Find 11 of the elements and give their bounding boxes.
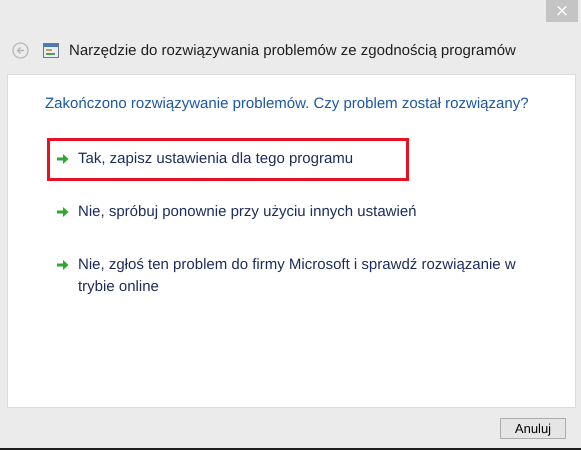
cancel-button[interactable]: Anuluj	[500, 418, 566, 439]
program-window-icon	[43, 42, 59, 58]
arrow-icon	[56, 153, 69, 165]
arrow-icon	[56, 206, 69, 218]
back-icon[interactable]	[12, 42, 29, 58]
option-link[interactable]: Nie, zgłoś ten problem do firmy Microsoft i sprawdź rozwiązanie w trybie online	[47, 244, 547, 309]
option-link[interactable]: Tak, zapisz ustawienia dla tego programu	[47, 138, 409, 181]
result-question: Zakończono rozwiązywanie problemów. Czy problem został rozwiązany?	[45, 95, 530, 112]
window-title: Narzędzie do rozwiązywania problemów ze zgodnością programów	[69, 42, 516, 58]
option-link[interactable]: Nie, spróbuj ponownie przy użyciu innych ustawień	[47, 191, 547, 234]
arrow-icon	[56, 259, 69, 271]
